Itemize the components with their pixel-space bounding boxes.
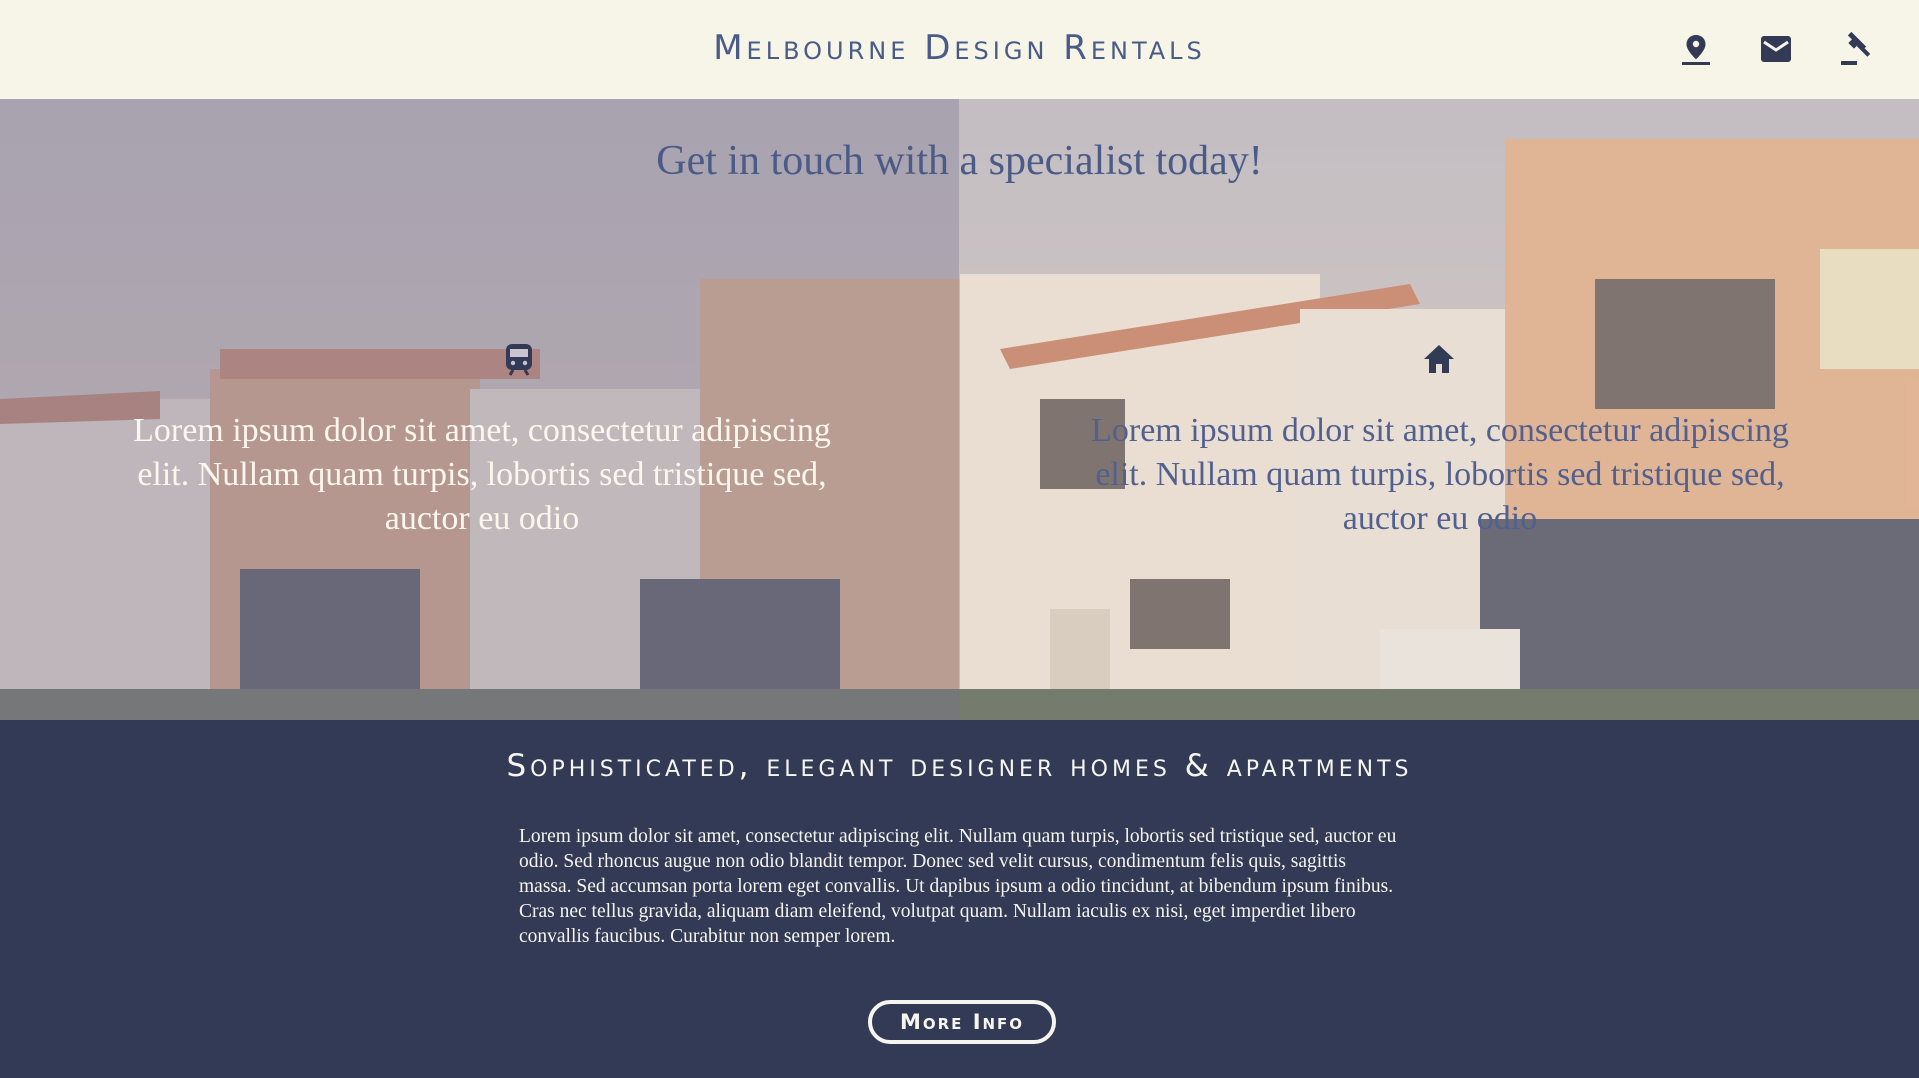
more-info-button[interactable]: More Info xyxy=(868,1000,1056,1044)
site-brand[interactable]: Melbourne Design Rentals xyxy=(0,28,1919,68)
hero-right-text: Lorem ipsum dolor sit amet, consectetur … xyxy=(1091,412,1789,537)
gavel-icon[interactable] xyxy=(1839,32,1873,66)
mail-icon[interactable] xyxy=(1759,32,1793,66)
hero-title: Get in touch with a specialist today! xyxy=(656,138,1263,184)
info-section: Sophisticated, elegant designer homes & … xyxy=(0,720,1919,1078)
info-body-text: Lorem ipsum dolor sit amet, consectetur … xyxy=(519,826,1397,947)
header-icon-bar xyxy=(1679,32,1873,66)
info-title: Sophisticated, elegant designer homes & … xyxy=(506,748,1413,784)
map-pin-icon[interactable] xyxy=(1679,32,1713,66)
home-icon xyxy=(1424,345,1454,373)
site-header: Melbourne Design Rentals xyxy=(0,0,1919,99)
train-icon xyxy=(506,344,532,376)
hero-section: Get in touch with a specialist today! Lo… xyxy=(0,99,1919,720)
hero-left-text: Lorem ipsum dolor sit amet, consectetur … xyxy=(133,412,831,537)
